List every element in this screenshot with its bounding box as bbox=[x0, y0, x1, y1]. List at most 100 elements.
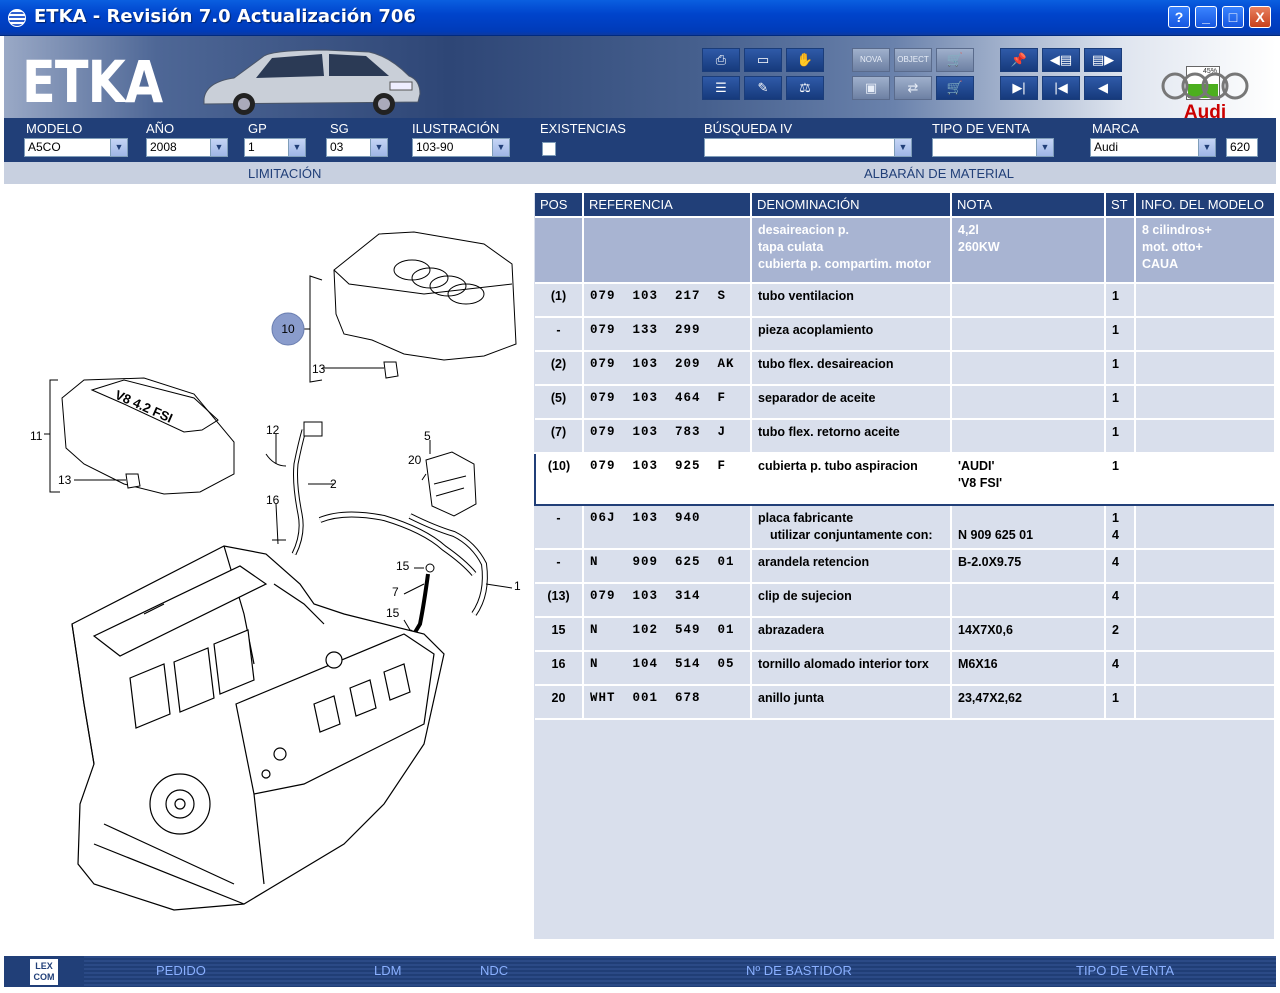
next-page-button[interactable]: ▤▶ bbox=[1084, 48, 1122, 72]
sg-label: SG bbox=[330, 121, 349, 136]
modelo-value: A5CO bbox=[28, 140, 61, 154]
chevron-down-icon[interactable]: ▼ bbox=[492, 139, 509, 156]
device-button[interactable]: ▣ bbox=[852, 76, 890, 100]
info-den-1: desaireacion p. bbox=[758, 223, 850, 237]
back-step-button[interactable]: |◀ bbox=[1042, 76, 1080, 100]
bastidor-button[interactable]: Nº DE BASTIDOR bbox=[746, 963, 852, 978]
col-st[interactable]: ST bbox=[1105, 193, 1136, 218]
ilustracion-value: 103-90 bbox=[416, 140, 454, 154]
col-info-modelo[interactable]: INFO. DEL MODELO bbox=[1135, 193, 1274, 218]
table-row[interactable]: 15 N 102 549 01 abrazadera 14X7X0,6 2 bbox=[535, 617, 1274, 652]
chevron-down-icon[interactable]: ▼ bbox=[110, 139, 127, 156]
callout-7: 7 bbox=[392, 585, 399, 599]
tipo-venta-select[interactable]: ▼ bbox=[932, 138, 1054, 157]
table-row[interactable]: (1) 079 103 217 S tubo ventilacion 1 bbox=[535, 283, 1274, 318]
help-button[interactable]: ? bbox=[1168, 6, 1190, 28]
table-row[interactable]: - N 909 625 01 arandela retencion B-2.0X… bbox=[535, 549, 1274, 584]
ndc-button[interactable]: NDC bbox=[480, 963, 508, 978]
window-title: ETKA - Revisión 7.0 Actualización 706 bbox=[34, 6, 416, 27]
info-den-3: cubierta p. compartim. motor bbox=[758, 257, 931, 271]
footer-bar: LEX COM PEDIDO LDM NDC Nº DE BASTIDOR TI… bbox=[4, 956, 1276, 987]
app-icon[interactable] bbox=[8, 9, 26, 27]
section-subheader: LIMITACIÓN ALBARÁN DE MATERIAL bbox=[4, 162, 1276, 184]
chevron-down-icon[interactable]: ▼ bbox=[210, 139, 227, 156]
title-bar[interactable]: ETKA - Revisión 7.0 Actualización 706 ? … bbox=[0, 0, 1280, 36]
anio-select[interactable]: 2008 ▼ bbox=[146, 138, 228, 157]
etka-logo: ETKA bbox=[22, 48, 163, 116]
pedido-button[interactable]: PEDIDO bbox=[156, 963, 206, 978]
table-row[interactable]: (5) 079 103 464 F separador de aceite 1 bbox=[535, 385, 1274, 420]
callout-13-top: 13 bbox=[312, 362, 326, 376]
placa-den-2: utilizar conjuntamente con: bbox=[770, 528, 933, 542]
lexcom-logo[interactable]: LEX COM bbox=[30, 959, 58, 985]
chevron-down-icon[interactable]: ▼ bbox=[288, 139, 305, 156]
edit-button[interactable]: ✎ bbox=[744, 76, 782, 100]
prev-page-button[interactable]: ◀▤ bbox=[1042, 48, 1080, 72]
info-nota-1: 4,2l bbox=[958, 223, 979, 237]
chevron-down-icon[interactable]: ▼ bbox=[1198, 139, 1215, 156]
placa-nota: N 909 625 01 bbox=[958, 528, 1034, 542]
transfer-button[interactable]: ⇄ bbox=[894, 76, 932, 100]
modelo-label: MODELO bbox=[26, 121, 83, 136]
callout-1: 1 bbox=[514, 579, 521, 593]
albaran-label: ALBARÁN DE MATERIAL bbox=[864, 166, 1015, 181]
gp-select[interactable]: 1 ▼ bbox=[244, 138, 306, 157]
ldm-button[interactable]: LDM bbox=[374, 963, 401, 978]
sg-select[interactable]: 03 ▼ bbox=[326, 138, 388, 157]
audi-logo: Audi bbox=[1161, 72, 1249, 123]
table-row[interactable]: (13) 079 103 314 clip de sujecion 4 bbox=[535, 583, 1274, 618]
col-denominacion[interactable]: DENOMINACIÓN bbox=[751, 193, 952, 218]
existencias-label: EXISTENCIAS bbox=[540, 121, 626, 136]
info-modelo-1: 8 cilindros+ bbox=[1142, 223, 1212, 237]
minimize-button[interactable]: _ bbox=[1195, 6, 1217, 28]
marca-value: Audi bbox=[1094, 140, 1119, 154]
table-row-selected[interactable]: (10) 079 103 925 F cubierta p. tubo aspi… bbox=[534, 452, 1274, 506]
engine-diagram[interactable]: 10 13 11 13 12 2 16 5 20 15 7 15 1 V8 4.… bbox=[4, 184, 530, 954]
close-button[interactable]: X bbox=[1249, 6, 1271, 28]
cart-add-button[interactable]: 🛒 bbox=[936, 48, 974, 72]
ilustracion-select[interactable]: 103-90 ▼ bbox=[412, 138, 510, 157]
table-row[interactable]: - 06J 103 940 placa fabricante utilizar … bbox=[535, 505, 1274, 550]
table-row[interactable]: (2) 079 103 209 AK tubo flex. desaireaci… bbox=[535, 351, 1274, 386]
col-pos[interactable]: POS bbox=[535, 193, 584, 218]
busqueda-select[interactable]: ▼ bbox=[704, 138, 912, 157]
table-row[interactable]: 16 N 104 514 05 tornillo alomado interio… bbox=[535, 651, 1274, 686]
list-button[interactable]: ☰ bbox=[702, 76, 740, 100]
col-referencia[interactable]: REFERENCIA bbox=[583, 193, 752, 218]
limitacion-label: LIMITACIÓN bbox=[248, 166, 322, 181]
placa-den-1: placa fabricante bbox=[758, 511, 854, 525]
chevron-down-icon[interactable]: ▼ bbox=[370, 139, 387, 156]
chevron-down-icon[interactable]: ▼ bbox=[894, 139, 911, 156]
scale-button[interactable]: ⚖ bbox=[786, 76, 824, 100]
back-button[interactable]: ◀ bbox=[1084, 76, 1122, 100]
nova-button[interactable]: NOVA bbox=[852, 48, 890, 72]
print-button[interactable]: ⎙ bbox=[702, 48, 740, 72]
gp-value: 1 bbox=[248, 140, 255, 154]
table-row[interactable]: (7) 079 103 783 J tubo flex. retorno ace… bbox=[535, 419, 1274, 454]
first-button[interactable]: ▶| bbox=[1000, 76, 1038, 100]
col-nota[interactable]: NOTA bbox=[951, 193, 1106, 218]
cart-button[interactable]: 🛒 bbox=[936, 76, 974, 100]
pin-button[interactable]: 📌 bbox=[1000, 48, 1038, 72]
existencias-checkbox[interactable] bbox=[542, 142, 556, 156]
gp-label: GP bbox=[248, 121, 267, 136]
parts-illustration[interactable]: 10 13 11 13 12 2 16 5 20 15 7 15 1 V8 4.… bbox=[4, 184, 530, 954]
tipo-venta-button[interactable]: TIPO DE VENTA bbox=[1076, 963, 1174, 978]
table-row[interactable]: 20 WHT 001 678 anillo junta 23,47X2,62 1 bbox=[535, 685, 1274, 720]
code-field[interactable]: 620 bbox=[1226, 138, 1258, 157]
handshake-button[interactable]: ✋ bbox=[786, 48, 824, 72]
header-banner: ETKA ⎙ ▭ ✋ ☰ ✎ ⚖ NOVA OBJECT 🛒 ▣ ⇄ 🛒 📌 ◀… bbox=[4, 36, 1276, 123]
object-button[interactable]: OBJECT bbox=[894, 48, 932, 72]
callout-12: 12 bbox=[266, 423, 280, 437]
chevron-down-icon[interactable]: ▼ bbox=[1036, 139, 1053, 156]
info-row: desaireacion p. tapa culata cubierta p. … bbox=[535, 217, 1274, 284]
selected-nota-1: 'AUDI' bbox=[958, 459, 995, 473]
marca-select[interactable]: Audi ▼ bbox=[1090, 138, 1216, 157]
maximize-button[interactable]: □ bbox=[1222, 6, 1244, 28]
ilustracion-label: ILUSTRACIÓN bbox=[412, 121, 500, 136]
placa-st-1: 1 bbox=[1112, 511, 1119, 525]
modelo-select[interactable]: A5CO ▼ bbox=[24, 138, 128, 157]
window-button[interactable]: ▭ bbox=[744, 48, 782, 72]
table-row[interactable]: - 079 133 299 pieza acoplamiento 1 bbox=[535, 317, 1274, 352]
callout-2: 2 bbox=[330, 477, 337, 491]
